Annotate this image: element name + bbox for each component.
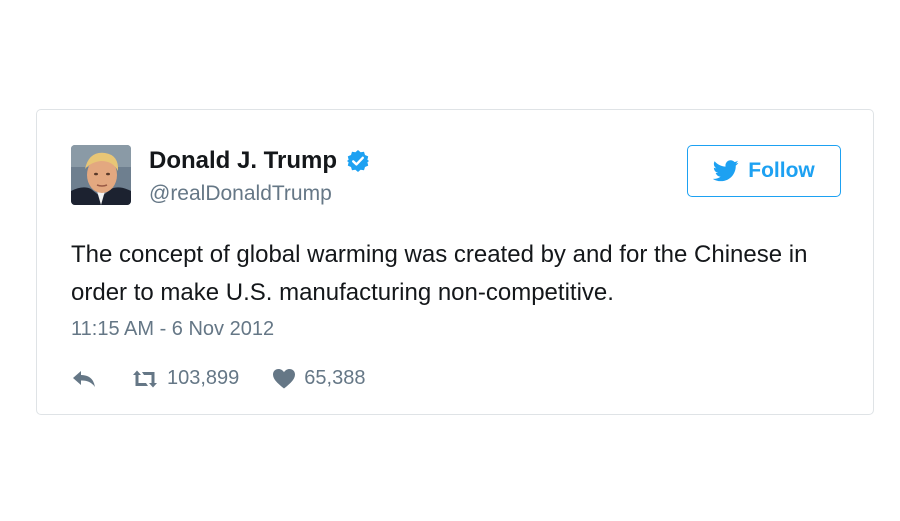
reply-button[interactable] <box>71 369 97 389</box>
author-name-row[interactable]: Donald J. Trump <box>149 147 370 175</box>
like-button[interactable]: 65,388 <box>272 367 365 390</box>
twitter-bird-icon <box>713 160 739 182</box>
verified-badge-icon <box>346 149 370 173</box>
tweet-timestamp[interactable]: 11:15 AM - 6 Nov 2012 <box>71 318 274 341</box>
retweet-count: 103,899 <box>167 367 240 389</box>
retweet-button[interactable]: 103,899 <box>131 367 239 390</box>
tweet-actions: 103,899 65,388 <box>71 367 365 390</box>
author-handle[interactable]: @realDonaldTrump <box>149 182 332 206</box>
tweet-text: The concept of global warming was create… <box>71 241 808 306</box>
avatar[interactable] <box>71 145 131 205</box>
tweet-card: Donald J. Trump @realDonaldTrump Follow … <box>36 109 874 415</box>
follow-button[interactable]: Follow <box>687 145 841 197</box>
heart-icon <box>272 368 296 389</box>
retweet-icon <box>131 369 159 389</box>
like-count: 65,388 <box>304 367 366 389</box>
reply-icon <box>71 369 97 389</box>
author-name[interactable]: Donald J. Trump <box>149 147 337 175</box>
follow-label: Follow <box>748 159 815 182</box>
